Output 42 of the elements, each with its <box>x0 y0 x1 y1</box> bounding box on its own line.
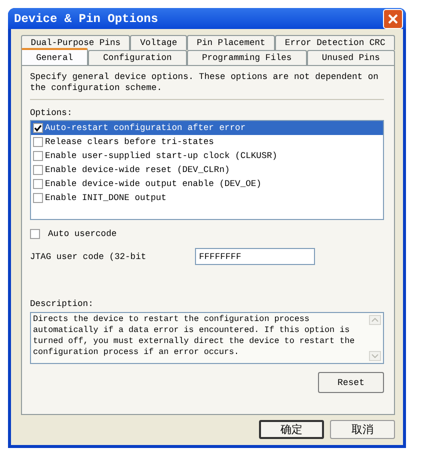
tab[interactable]: Voltage <box>130 35 187 50</box>
checkbox[interactable] <box>33 165 43 175</box>
checkbox[interactable] <box>33 193 43 203</box>
option-label: Enable device-wide reset (DEV_CLRn) <box>45 165 230 175</box>
checkbox[interactable] <box>30 229 40 239</box>
list-item[interactable]: Auto-restart configuration after error <box>31 121 383 135</box>
close-icon <box>388 14 398 24</box>
option-label: Enable INIT_DONE output <box>45 193 166 203</box>
list-item[interactable]: Enable INIT_DONE output <box>31 191 383 205</box>
reset-button[interactable]: Reset <box>318 372 384 393</box>
tab[interactable]: Configuration <box>88 50 187 65</box>
checkbox[interactable] <box>33 179 43 189</box>
checkbox-label: Auto usercode <box>48 229 117 239</box>
jtag-code-field[interactable]: FFFFFFFF <box>195 248 315 265</box>
tab[interactable]: Pin Placement <box>186 35 276 50</box>
dialog-button[interactable]: 取消 <box>330 420 395 439</box>
checkbox[interactable] <box>33 123 43 133</box>
window-title: Device & Pin Options <box>14 12 158 26</box>
list-item[interactable]: Enable device-wide reset (DEV_CLRn) <box>31 163 383 177</box>
intro-text: Specify general device options. These options are not dependent on the configuration scheme. <box>30 72 384 100</box>
tab[interactable]: Unused Pins <box>306 50 395 65</box>
option-label: Release clears before tri-states <box>45 137 214 147</box>
list-item[interactable]: Enable device-wide output enable (DEV_OE) <box>31 177 383 191</box>
option-label: Enable user-supplied start-up clock (CLKUSR) <box>45 151 278 161</box>
dialog-button[interactable]: 确定 <box>259 420 324 439</box>
list-item[interactable]: Enable user-supplied start-up clock (CLKUSR) <box>31 149 383 163</box>
description-label: Description: <box>30 299 94 309</box>
description-text: Directs the device to restart the configuration process automatically if a data error is encountered. If this option is turned off, you must externally direct the device to restart the configuration process if an error occurs. <box>32 313 356 359</box>
tab[interactable]: Error Detection CRC <box>275 35 396 50</box>
list-item[interactable]: Release clears before tri-states <box>31 135 383 149</box>
checkbox[interactable] <box>33 137 43 147</box>
close-button[interactable] <box>383 8 403 28</box>
option-label: Auto-restart configuration after error <box>45 123 246 133</box>
checkbox[interactable] <box>33 151 43 161</box>
tab[interactable]: General <box>21 48 88 65</box>
option-label: Enable device-wide output enable (DEV_OE) <box>45 179 262 189</box>
field-label: JTAG user code (32-bit <box>30 252 148 262</box>
scroll-down-icon <box>369 351 381 361</box>
tab[interactable]: Dual-Purpose Pins <box>21 35 130 50</box>
options-label: Options: <box>30 108 74 118</box>
tab[interactable]: Programming Files <box>186 50 307 65</box>
scroll-up-icon <box>369 315 381 325</box>
